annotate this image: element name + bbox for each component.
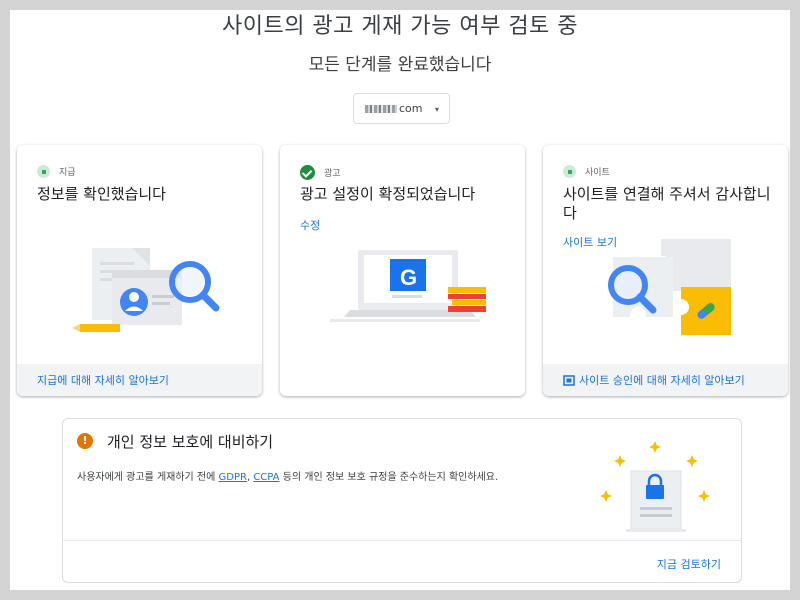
green-dot-icon <box>563 165 576 178</box>
privacy-desc-suffix: 등의 개인 정보 보호 규정을 준수하는지 확인하세요. <box>279 472 499 483</box>
site-illustration <box>608 239 731 335</box>
open-in-new-icon <box>563 374 575 386</box>
privacy-title: 개인 정보 보호에 대비하기 <box>107 433 274 451</box>
page-title: 사이트의 광고 게재 가능 여부 검토 중 <box>221 14 579 39</box>
ads-status: 광고 <box>300 165 341 180</box>
site-name-redacted <box>365 104 397 113</box>
main-frame: 사이트의 광고 게재 가능 여부 검토 중 모든 단계를 완료했습니다 com … <box>10 10 790 590</box>
payments-card-title: 정보를 확인했습니다 <box>37 185 166 203</box>
ads-card: 광고 광고 설정이 확정되었습니다 수정 G <box>280 145 525 396</box>
ads-illustration: G <box>330 250 486 322</box>
checkmark-icon <box>300 165 315 180</box>
svg-text:G: G <box>400 265 417 290</box>
site-selector-value: com <box>399 102 423 115</box>
site-learn-more-link[interactable]: 사이트 승인에 대해 자세히 알아보기 <box>543 364 788 396</box>
privacy-panel: ! 개인 정보 보호에 대비하기 사용자에게 광고를 게재하기 전에 GDPR,… <box>62 418 742 583</box>
site-status-label: 사이트 <box>585 168 610 178</box>
payments-status-label: 지급 <box>59 168 76 178</box>
green-dot-icon <box>37 165 50 178</box>
gdpr-link[interactable]: GDPR <box>219 472 247 483</box>
ads-status-label: 광고 <box>324 169 341 179</box>
chevron-down-icon: ▾ <box>434 105 439 114</box>
privacy-lock-illustration <box>600 441 710 532</box>
site-card: 사이트 사이트를 연결해 주셔서 감사합니다 사이트 보기 사이트 승인에 대해… <box>543 145 788 396</box>
site-card-title: 사이트를 연결해 주셔서 감사합니다 <box>563 185 771 222</box>
privacy-desc-prefix: 사용자에게 광고를 게재하기 전에 <box>77 472 219 483</box>
edit-link[interactable]: 수정 <box>300 217 320 233</box>
payments-card: 지급 정보를 확인했습니다 지급에 대해 자세히 알아보기 <box>17 145 262 396</box>
ccpa-link[interactable]: CCPA <box>253 472 279 483</box>
payments-learn-more-link[interactable]: 지급에 대해 자세히 알아보기 <box>17 364 262 396</box>
payments-illustration <box>72 248 220 332</box>
site-selector[interactable]: com ▾ <box>353 93 450 124</box>
privacy-description: 사용자에게 광고를 게재하기 전에 GDPR, CCPA 등의 개인 정보 보호… <box>77 468 498 483</box>
payments-status: 지급 <box>37 165 76 178</box>
warning-icon: ! <box>77 433 93 449</box>
review-now-button[interactable]: 지금 검토하기 <box>657 556 721 572</box>
site-learn-more-label: 사이트 승인에 대해 자세히 알아보기 <box>579 374 745 387</box>
ads-card-title: 광고 설정이 확정되었습니다 <box>300 185 476 203</box>
site-status: 사이트 <box>563 165 610 178</box>
page-subtitle: 모든 단계를 완료했습니다 <box>308 55 492 75</box>
privacy-divider <box>63 540 741 541</box>
